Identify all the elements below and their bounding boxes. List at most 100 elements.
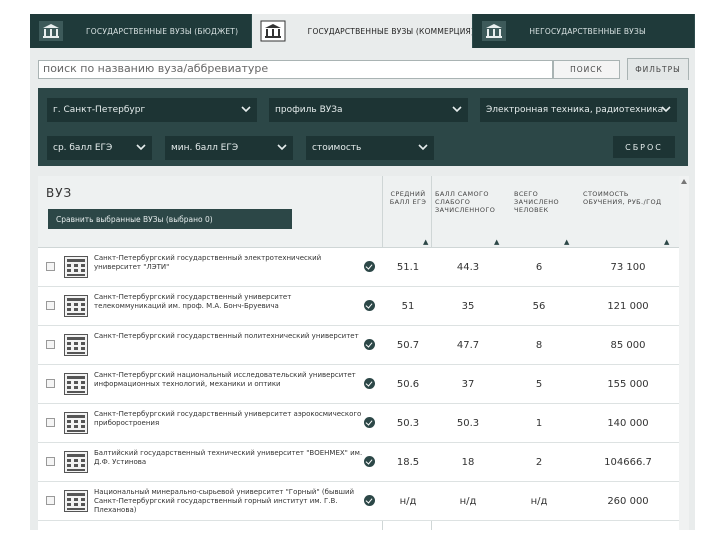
tab-state-budget[interactable]: ГОСУДАРСТВЕННЫЕ ВУЗЫ (БЮДЖЕТ)	[30, 14, 252, 48]
building-icon	[64, 373, 88, 395]
select-checkbox[interactable]	[46, 301, 55, 310]
specialty-select[interactable]: Электронная техника, радиотехника	[480, 98, 677, 122]
avg-score-value: 18.5	[396, 457, 420, 468]
avg-score-value: 51	[401, 301, 415, 312]
chevron-down-icon	[452, 106, 462, 113]
enrolled-count-value: 5	[535, 379, 543, 390]
accredited-check-icon	[364, 261, 375, 272]
enrolled-count-value: 6	[535, 262, 543, 273]
min-score-value: 35	[461, 301, 475, 312]
table-row[interactable]: Санкт-Петербургский государственный элек…	[38, 248, 679, 287]
university-name[interactable]: Балтийский государственный технический у…	[94, 449, 364, 467]
enrolled-count-value: 2	[535, 457, 543, 468]
building-icon	[64, 256, 88, 278]
tab-state-commerce[interactable]: ГОСУДАРСТВЕННЫЕ ВУЗЫ (КОММЕРЦИЯ)	[251, 14, 474, 48]
search-button[interactable]: ПОИСК	[553, 60, 620, 79]
university-icon	[481, 20, 507, 42]
cost-value: 260 000	[607, 496, 649, 507]
specialty-select-value: Электронная техника, радиотехника	[486, 105, 664, 115]
tab-non-state[interactable]: НЕГОСУДАРСТВЕННЫЕ ВУЗЫ	[473, 14, 696, 48]
sort-arrows-icon[interactable]: ▲	[494, 238, 499, 246]
cost-value: 155 000	[607, 379, 649, 390]
reset-button[interactable]: СБРОС	[613, 136, 675, 158]
table-row[interactable]: Санкт-Петербургский государственный поли…	[38, 326, 679, 365]
cost-value: 121 000	[607, 301, 649, 312]
university-name[interactable]: Санкт-Петербургский государственный элек…	[94, 254, 364, 272]
tab-label: ГОСУДАРСТВЕННЫЕ ВУЗЫ (БЮДЖЕТ)	[86, 26, 239, 36]
filters-toggle-button[interactable]: ФИЛЬТРЫ	[627, 58, 689, 80]
min-score-value: 18	[461, 457, 475, 468]
chevron-down-icon	[136, 144, 146, 151]
accredited-check-icon	[364, 378, 375, 389]
min-score-value: 44.3	[456, 262, 480, 273]
min-score-select-value: мин. балл ЕГЭ	[171, 143, 239, 153]
scroll-up-icon[interactable]	[681, 179, 687, 184]
select-checkbox[interactable]	[46, 496, 55, 505]
min-score-value: 47.7	[456, 340, 480, 351]
compare-button[interactable]: Сравнить выбранные ВУЗы (выбрано 0)	[48, 209, 292, 229]
profile-select[interactable]: профиль ВУЗа	[269, 98, 468, 122]
city-select-value: г. Санкт-Петербург	[53, 105, 146, 115]
avg-score-value: 51.1	[396, 262, 420, 273]
city-select[interactable]: г. Санкт-Петербург	[47, 98, 257, 122]
university-icon	[260, 20, 286, 42]
accredited-check-icon	[364, 417, 375, 428]
building-icon	[64, 451, 88, 473]
sort-arrows-icon[interactable]: ▲	[423, 238, 428, 246]
enrolled-count-value: 56	[532, 301, 546, 312]
results-scrollbar[interactable]	[679, 176, 689, 530]
enrolled-count-value: н/д	[530, 496, 548, 507]
select-checkbox[interactable]	[46, 418, 55, 427]
university-name[interactable]: Санкт-Петербургский национальный исследо…	[94, 371, 364, 389]
chevron-down-icon	[241, 106, 251, 113]
profile-select-value: профиль ВУЗа	[275, 105, 343, 115]
table-row[interactable]: Балтийский государственный технический у…	[38, 443, 679, 482]
chevron-down-icon	[277, 144, 287, 151]
avg-score-value: 50.7	[396, 340, 420, 351]
university-icon	[38, 20, 64, 42]
enrolled-count-value: 1	[535, 418, 543, 429]
building-icon	[64, 295, 88, 317]
university-name[interactable]: Санкт-Петербургский государственный унив…	[94, 293, 364, 311]
column-header-avg[interactable]: СРЕДНИЙ БАЛЛ ЕГЭ	[388, 190, 428, 206]
sort-arrows-icon[interactable]: ▲	[664, 238, 669, 246]
results-table: ВУЗ Сравнить выбранные ВУЗы (выбрано 0) …	[38, 176, 679, 530]
avg-score-select-value: ср. балл ЕГЭ	[53, 143, 113, 153]
sort-arrows-icon[interactable]: ▲	[564, 238, 569, 246]
building-icon	[64, 412, 88, 434]
avg-score-value: 50.6	[396, 379, 420, 390]
chevron-down-icon	[418, 144, 428, 151]
enrolled-count-value: 8	[535, 340, 543, 351]
min-score-value: 37	[461, 379, 475, 390]
cost-select-value: стоимость	[312, 143, 362, 153]
avg-score-select[interactable]: ср. балл ЕГЭ	[47, 136, 152, 160]
select-checkbox[interactable]	[46, 340, 55, 349]
table-row[interactable]: Санкт-Петербургский национальный исследо…	[38, 365, 679, 404]
select-checkbox[interactable]	[46, 457, 55, 466]
table-row[interactable]: Санкт-Петербургский государственный унив…	[38, 404, 679, 443]
min-score-select[interactable]: мин. балл ЕГЭ	[165, 136, 293, 160]
column-header-cost[interactable]: СТОИМОСТЬ ОБУЧЕНИЯ, РУБ./ГОД	[583, 190, 667, 206]
min-score-value: н/д	[459, 496, 477, 507]
chevron-down-icon	[661, 106, 671, 113]
university-name[interactable]: Санкт-Петербургский государственный поли…	[94, 332, 364, 341]
category-tabs: ГОСУДАРСТВЕННЫЕ ВУЗЫ (БЮДЖЕТ) ГОСУДАРСТВ…	[30, 14, 696, 48]
table-row[interactable]: Санкт-Петербургский государственный унив…	[38, 287, 679, 326]
cost-select[interactable]: стоимость	[306, 136, 434, 160]
min-score-value: 50.3	[456, 418, 480, 429]
university-name[interactable]: Санкт-Петербургский государственный унив…	[94, 410, 364, 428]
column-header-count[interactable]: ВСЕГО ЗАЧИСЛЕНО ЧЕЛОВЕК	[514, 190, 568, 214]
university-name[interactable]: Национальный минерально-сырьевой универс…	[94, 488, 364, 515]
filter-panel: г. Санкт-Петербург профиль ВУЗа Электрон…	[38, 88, 688, 166]
column-header-min[interactable]: БАЛЛ САМОГО СЛАБОГО ЗАЧИСЛЕННОГО	[435, 190, 503, 214]
cost-value: 104666.7	[604, 457, 652, 468]
select-checkbox[interactable]	[46, 262, 55, 271]
tab-label: ГОСУДАРСТВЕННЫЕ ВУЗЫ (КОММЕРЦИЯ)	[307, 26, 474, 36]
cost-value: 85 000	[610, 340, 646, 351]
cost-value: 73 100	[610, 262, 646, 273]
search-input[interactable]: поиск по названию вуза/аббревиатуре	[38, 60, 553, 79]
table-row[interactable]: Национальный минерально-сырьевой универс…	[38, 482, 679, 521]
building-icon	[64, 334, 88, 356]
select-checkbox[interactable]	[46, 379, 55, 388]
accredited-check-icon	[364, 456, 375, 467]
